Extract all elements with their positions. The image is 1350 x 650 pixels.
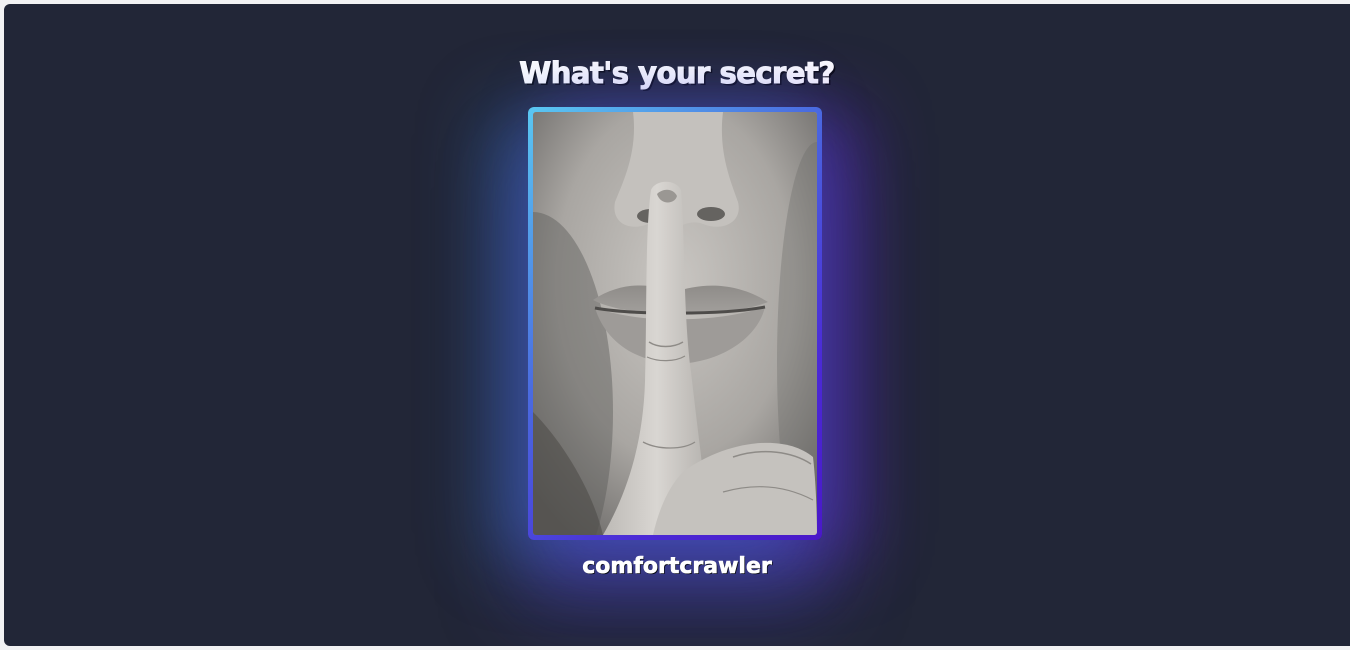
page-title: What's your secret? xyxy=(519,56,836,91)
shh-photo-illustration xyxy=(533,112,817,535)
username-label: comfortcrawler xyxy=(582,554,772,580)
secret-card[interactable] xyxy=(528,107,822,540)
secret-photo xyxy=(533,112,817,535)
app-window: What's your secret? comfortcrawler xyxy=(4,4,1350,646)
